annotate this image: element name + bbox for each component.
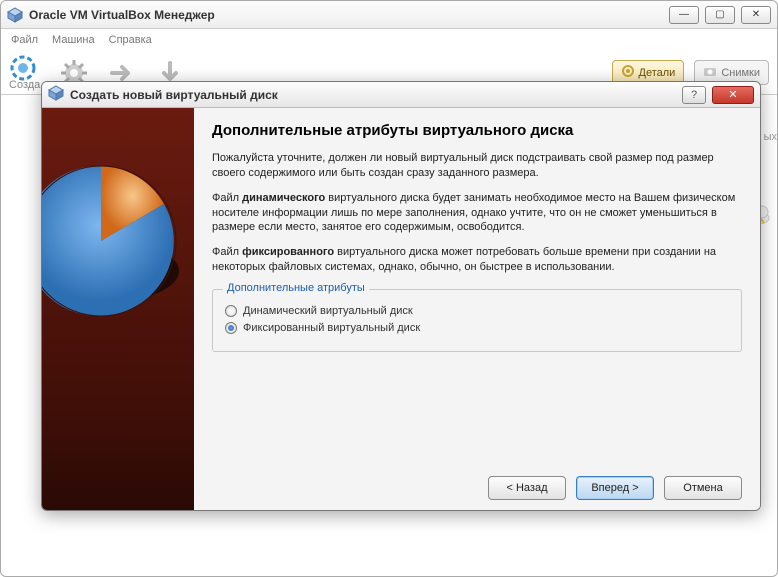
main-titlebar: Oracle VM VirtualBox Менеджер — ▢ ✕ [1, 1, 777, 29]
dialog-titlebar: Создать новый виртуальный диск ? ✕ [42, 82, 760, 108]
camera-icon [703, 64, 717, 81]
create-disk-dialog: Создать новый виртуальный диск ? ✕ [41, 81, 761, 511]
menubar: Файл Машина Справка [1, 29, 777, 51]
radio-fixed-input[interactable] [225, 322, 237, 334]
menu-file[interactable]: Файл [11, 34, 38, 46]
minimize-button[interactable]: — [669, 6, 699, 24]
bg-text-fragment: ых [764, 131, 777, 143]
back-button[interactable]: < Назад [488, 476, 566, 500]
menu-machine[interactable]: Машина [52, 34, 95, 46]
wizard-content: Дополнительные атрибуты виртуального дис… [194, 108, 760, 510]
details-icon [621, 64, 635, 81]
close-button[interactable]: ✕ [741, 6, 771, 24]
wizard-heading: Дополнительные атрибуты виртуального дис… [212, 122, 742, 139]
radio-fixed[interactable]: Фиксированный виртуальный диск [225, 322, 729, 334]
maximize-button[interactable]: ▢ [705, 6, 735, 24]
new-vm-label: Созда [9, 79, 40, 91]
radio-dynamic-input[interactable] [225, 305, 237, 317]
radio-fixed-label: Фиксированный виртуальный диск [243, 322, 420, 334]
groupbox-legend: Дополнительные атрибуты [223, 282, 369, 294]
dialog-icon [48, 85, 64, 104]
window-title: Oracle VM VirtualBox Менеджер [29, 8, 215, 22]
wizard-p2: Файл динамического виртуального диска бу… [212, 191, 742, 236]
wizard-p1: Пожалуйста уточните, должен ли новый вир… [212, 151, 742, 181]
dialog-title: Создать новый виртуальный диск [70, 88, 278, 102]
radio-dynamic-label: Динамический виртуальный диск [243, 305, 413, 317]
menu-help[interactable]: Справка [109, 34, 152, 46]
cancel-button[interactable]: Отмена [664, 476, 742, 500]
new-vm-icon[interactable] [9, 54, 37, 82]
main-window: Oracle VM VirtualBox Менеджер — ▢ ✕ Файл… [0, 0, 778, 577]
attributes-groupbox: Дополнительные атрибуты Динамический вир… [212, 289, 742, 352]
wizard-artwork [42, 108, 194, 510]
dialog-close-button[interactable]: ✕ [712, 86, 754, 104]
radio-dynamic[interactable]: Динамический виртуальный диск [225, 305, 729, 317]
wizard-p3: Файл фиксированного виртуального диска м… [212, 245, 742, 275]
dialog-help-button[interactable]: ? [682, 86, 706, 104]
next-button[interactable]: Вперед > [576, 476, 654, 500]
app-icon [7, 7, 23, 23]
